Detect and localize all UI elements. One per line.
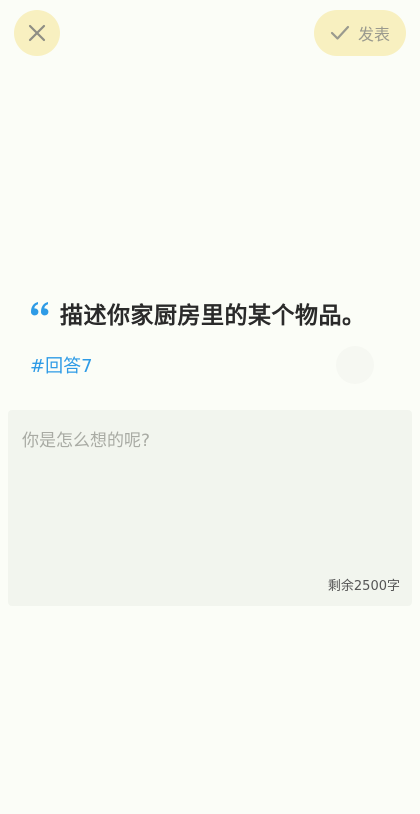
quote-icon <box>31 302 49 316</box>
answer-editor-screen: 发表 描述你家厨房里的某个物品。 #回答7 剩余2500字 <box>0 0 420 814</box>
question-text: 描述你家厨房里的某个物品。 <box>60 303 366 329</box>
topic-tag-link[interactable]: #回答7 <box>30 352 93 378</box>
publish-button[interactable]: 发表 <box>314 10 406 56</box>
remaining-chars-counter: 剩余2500字 <box>327 579 400 594</box>
faint-circle-decoration <box>336 346 374 384</box>
check-icon <box>330 25 350 40</box>
answer-editor: 剩余2500字 <box>8 410 412 606</box>
close-icon <box>28 24 46 42</box>
answer-input[interactable] <box>22 426 392 566</box>
publish-label: 发表 <box>357 25 390 44</box>
close-button[interactable] <box>14 10 60 56</box>
question-row: 描述你家厨房里的某个物品。 <box>30 296 396 330</box>
